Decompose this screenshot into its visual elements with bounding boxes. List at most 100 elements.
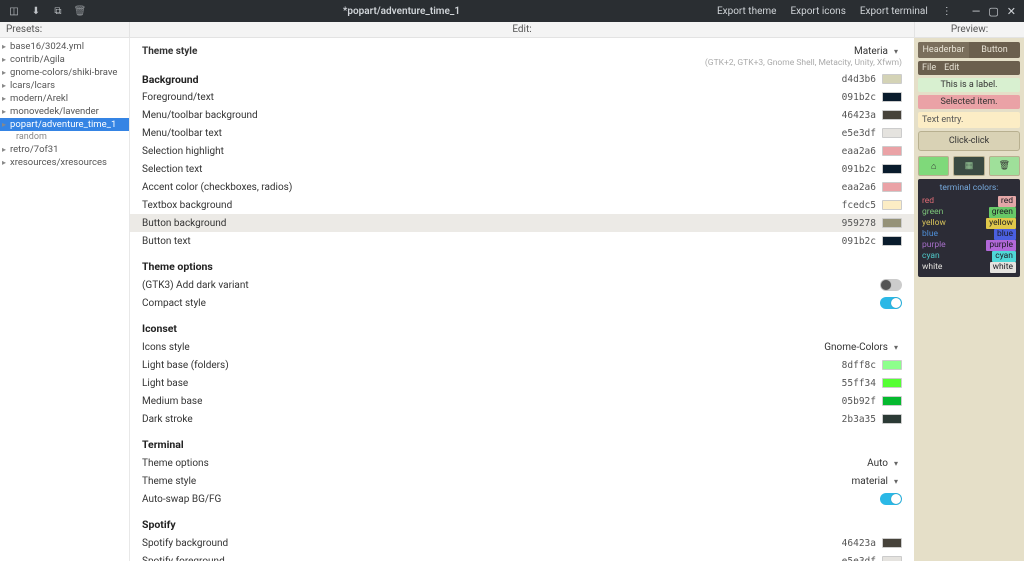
preset-child[interactable]: random	[0, 131, 129, 143]
row-label: Light base	[142, 378, 834, 389]
color-swatch[interactable]	[882, 378, 902, 388]
close-icon[interactable]: ✕	[1007, 5, 1016, 18]
edit-header: Edit:	[130, 22, 914, 37]
color-row[interactable]: Menu/toolbar background46423a	[142, 106, 902, 124]
section-title: Iconset	[142, 322, 902, 335]
color-swatch[interactable]	[882, 92, 902, 102]
toggle[interactable]	[880, 297, 902, 309]
term-options: Theme optionsAuto	[142, 454, 902, 472]
toggle[interactable]	[880, 493, 902, 505]
preview-entry[interactable]: Text entry.	[918, 112, 1020, 128]
term-color-row: whitewhite	[922, 262, 1016, 273]
presets-header: Presets:	[0, 22, 130, 37]
color-swatch[interactable]	[882, 236, 902, 246]
window-title: *popart/adventure_time_1	[94, 6, 709, 17]
preview-icons: ⌂ ▦ 🗑	[918, 156, 1020, 176]
preset-item[interactable]: ▸base16/3024.yml	[0, 40, 129, 53]
toggle[interactable]	[880, 279, 902, 291]
color-swatch[interactable]	[882, 396, 902, 406]
column-headers: Presets: Edit: Preview:	[0, 22, 1024, 38]
term-options-dropdown[interactable]: Auto	[863, 458, 902, 469]
term-style-dropdown[interactable]: material	[848, 476, 903, 487]
theme-style-hint: (GTK+2, GTK+3, Gnome Shell, Metacity, Un…	[142, 58, 902, 68]
color-row[interactable]: Menu/toolbar texte5e3df	[142, 124, 902, 142]
row-label: Selection highlight	[142, 146, 834, 157]
color-swatch[interactable]	[882, 146, 902, 156]
color-row[interactable]: Light base55ff34	[142, 374, 902, 392]
desktop-icon: ▦	[953, 156, 984, 176]
preview-menu: File Edit	[918, 61, 1020, 75]
color-row[interactable]: Dark stroke2b3a35	[142, 410, 902, 428]
preset-item[interactable]: ▸xresources/xresources	[0, 156, 129, 169]
color-swatch[interactable]	[882, 538, 902, 548]
color-row[interactable]: Spotify background46423a	[142, 534, 902, 552]
term-color-row: blueblue	[922, 229, 1016, 240]
row-label: Light base (folders)	[142, 360, 834, 371]
color-row[interactable]: Medium base05b92f	[142, 392, 902, 410]
preview-selected: Selected item.	[918, 95, 1020, 109]
preset-item[interactable]: ▸gnome-colors/shiki-brave	[0, 66, 129, 79]
toggle-row: Compact style	[142, 294, 902, 312]
color-row[interactable]: Spotify foregrounde5e3df	[142, 552, 902, 561]
color-row[interactable]: Foreground/text091b2c	[142, 88, 902, 106]
color-row[interactable]: Accent color (checkboxes, radios)eaa2a6	[142, 178, 902, 196]
color-swatch[interactable]	[882, 182, 902, 192]
color-swatch[interactable]	[882, 218, 902, 228]
color-row[interactable]: Button background959278	[130, 214, 914, 232]
delete-icon[interactable]: 🗑	[74, 5, 86, 17]
export-theme-button[interactable]: Export theme	[717, 6, 777, 17]
row-label: Spotify foreground	[142, 556, 834, 561]
save-icon[interactable]: ⬇	[30, 5, 42, 17]
color-swatch[interactable]	[882, 128, 902, 138]
tab-headerbar[interactable]: Headerbar	[918, 42, 969, 58]
preset-item[interactable]: ▸lcars/lcars	[0, 79, 129, 92]
export-icons-button[interactable]: Export icons	[790, 6, 845, 17]
row-label: Dark stroke	[142, 414, 834, 425]
hex-value: 05b92f	[834, 396, 882, 407]
preset-item[interactable]: ▸contrib/Agila	[0, 53, 129, 66]
row-label: Menu/toolbar text	[142, 128, 834, 139]
color-swatch[interactable]	[882, 556, 902, 561]
theme-style-label: Theme style	[142, 46, 850, 57]
color-row[interactable]: Selection text091b2c	[142, 160, 902, 178]
row-label: Button text	[142, 236, 834, 247]
hex-value: eaa2a6	[834, 182, 882, 193]
theme-style-dropdown[interactable]: Materia	[850, 46, 902, 57]
menu-edit[interactable]: Edit	[944, 63, 959, 73]
color-row[interactable]: Light base (folders)8dff8c	[142, 356, 902, 374]
preview-terminal: terminal colors: redredgreengreenyellowy…	[918, 179, 1020, 277]
copy-icon[interactable]: ⧉	[52, 5, 64, 17]
hex-value: 2b3a35	[834, 414, 882, 425]
color-swatch[interactable]	[882, 74, 902, 84]
color-swatch[interactable]	[882, 414, 902, 424]
new-icon[interactable]: ◫	[8, 5, 20, 17]
maximize-icon[interactable]: ▢	[988, 5, 998, 18]
preset-item[interactable]: ▸modern/Arekl	[0, 92, 129, 105]
section-title: Theme options	[142, 260, 902, 273]
color-row[interactable]: Button text091b2c	[142, 232, 902, 250]
export-terminal-button[interactable]: Export terminal	[860, 6, 928, 17]
color-swatch[interactable]	[882, 110, 902, 120]
preset-item[interactable]: ▸popart/adventure_time_1	[0, 118, 129, 131]
preview-button[interactable]: Click-click	[918, 131, 1020, 151]
icons-style-dropdown[interactable]: Gnome-Colors	[820, 342, 902, 353]
color-swatch[interactable]	[882, 360, 902, 370]
preset-item[interactable]: ▸retro/7of31	[0, 143, 129, 156]
hex-value: eaa2a6	[834, 146, 882, 157]
tab-button[interactable]: Button	[969, 42, 1020, 58]
color-row[interactable]: Textbox backgroundfcedc5	[142, 196, 902, 214]
hex-value: 959278	[834, 218, 882, 229]
editor-panel: Theme styleMateria(GTK+2, GTK+3, Gnome S…	[130, 38, 914, 561]
section-title: Terminal	[142, 438, 902, 451]
color-swatch[interactable]	[882, 164, 902, 174]
row-label: Accent color (checkboxes, radios)	[142, 182, 834, 193]
color-swatch[interactable]	[882, 200, 902, 210]
term-color-row: greengreen	[922, 207, 1016, 218]
row-label: Button background	[142, 218, 834, 229]
hex-value: 46423a	[834, 110, 882, 121]
menu-file[interactable]: File	[922, 63, 936, 73]
menu-icon[interactable]: ⋮	[942, 6, 952, 17]
color-row[interactable]: Selection highlighteaa2a6	[142, 142, 902, 160]
preset-item[interactable]: ▸monovedek/lavender	[0, 105, 129, 118]
minimize-icon[interactable]: —	[972, 5, 981, 18]
